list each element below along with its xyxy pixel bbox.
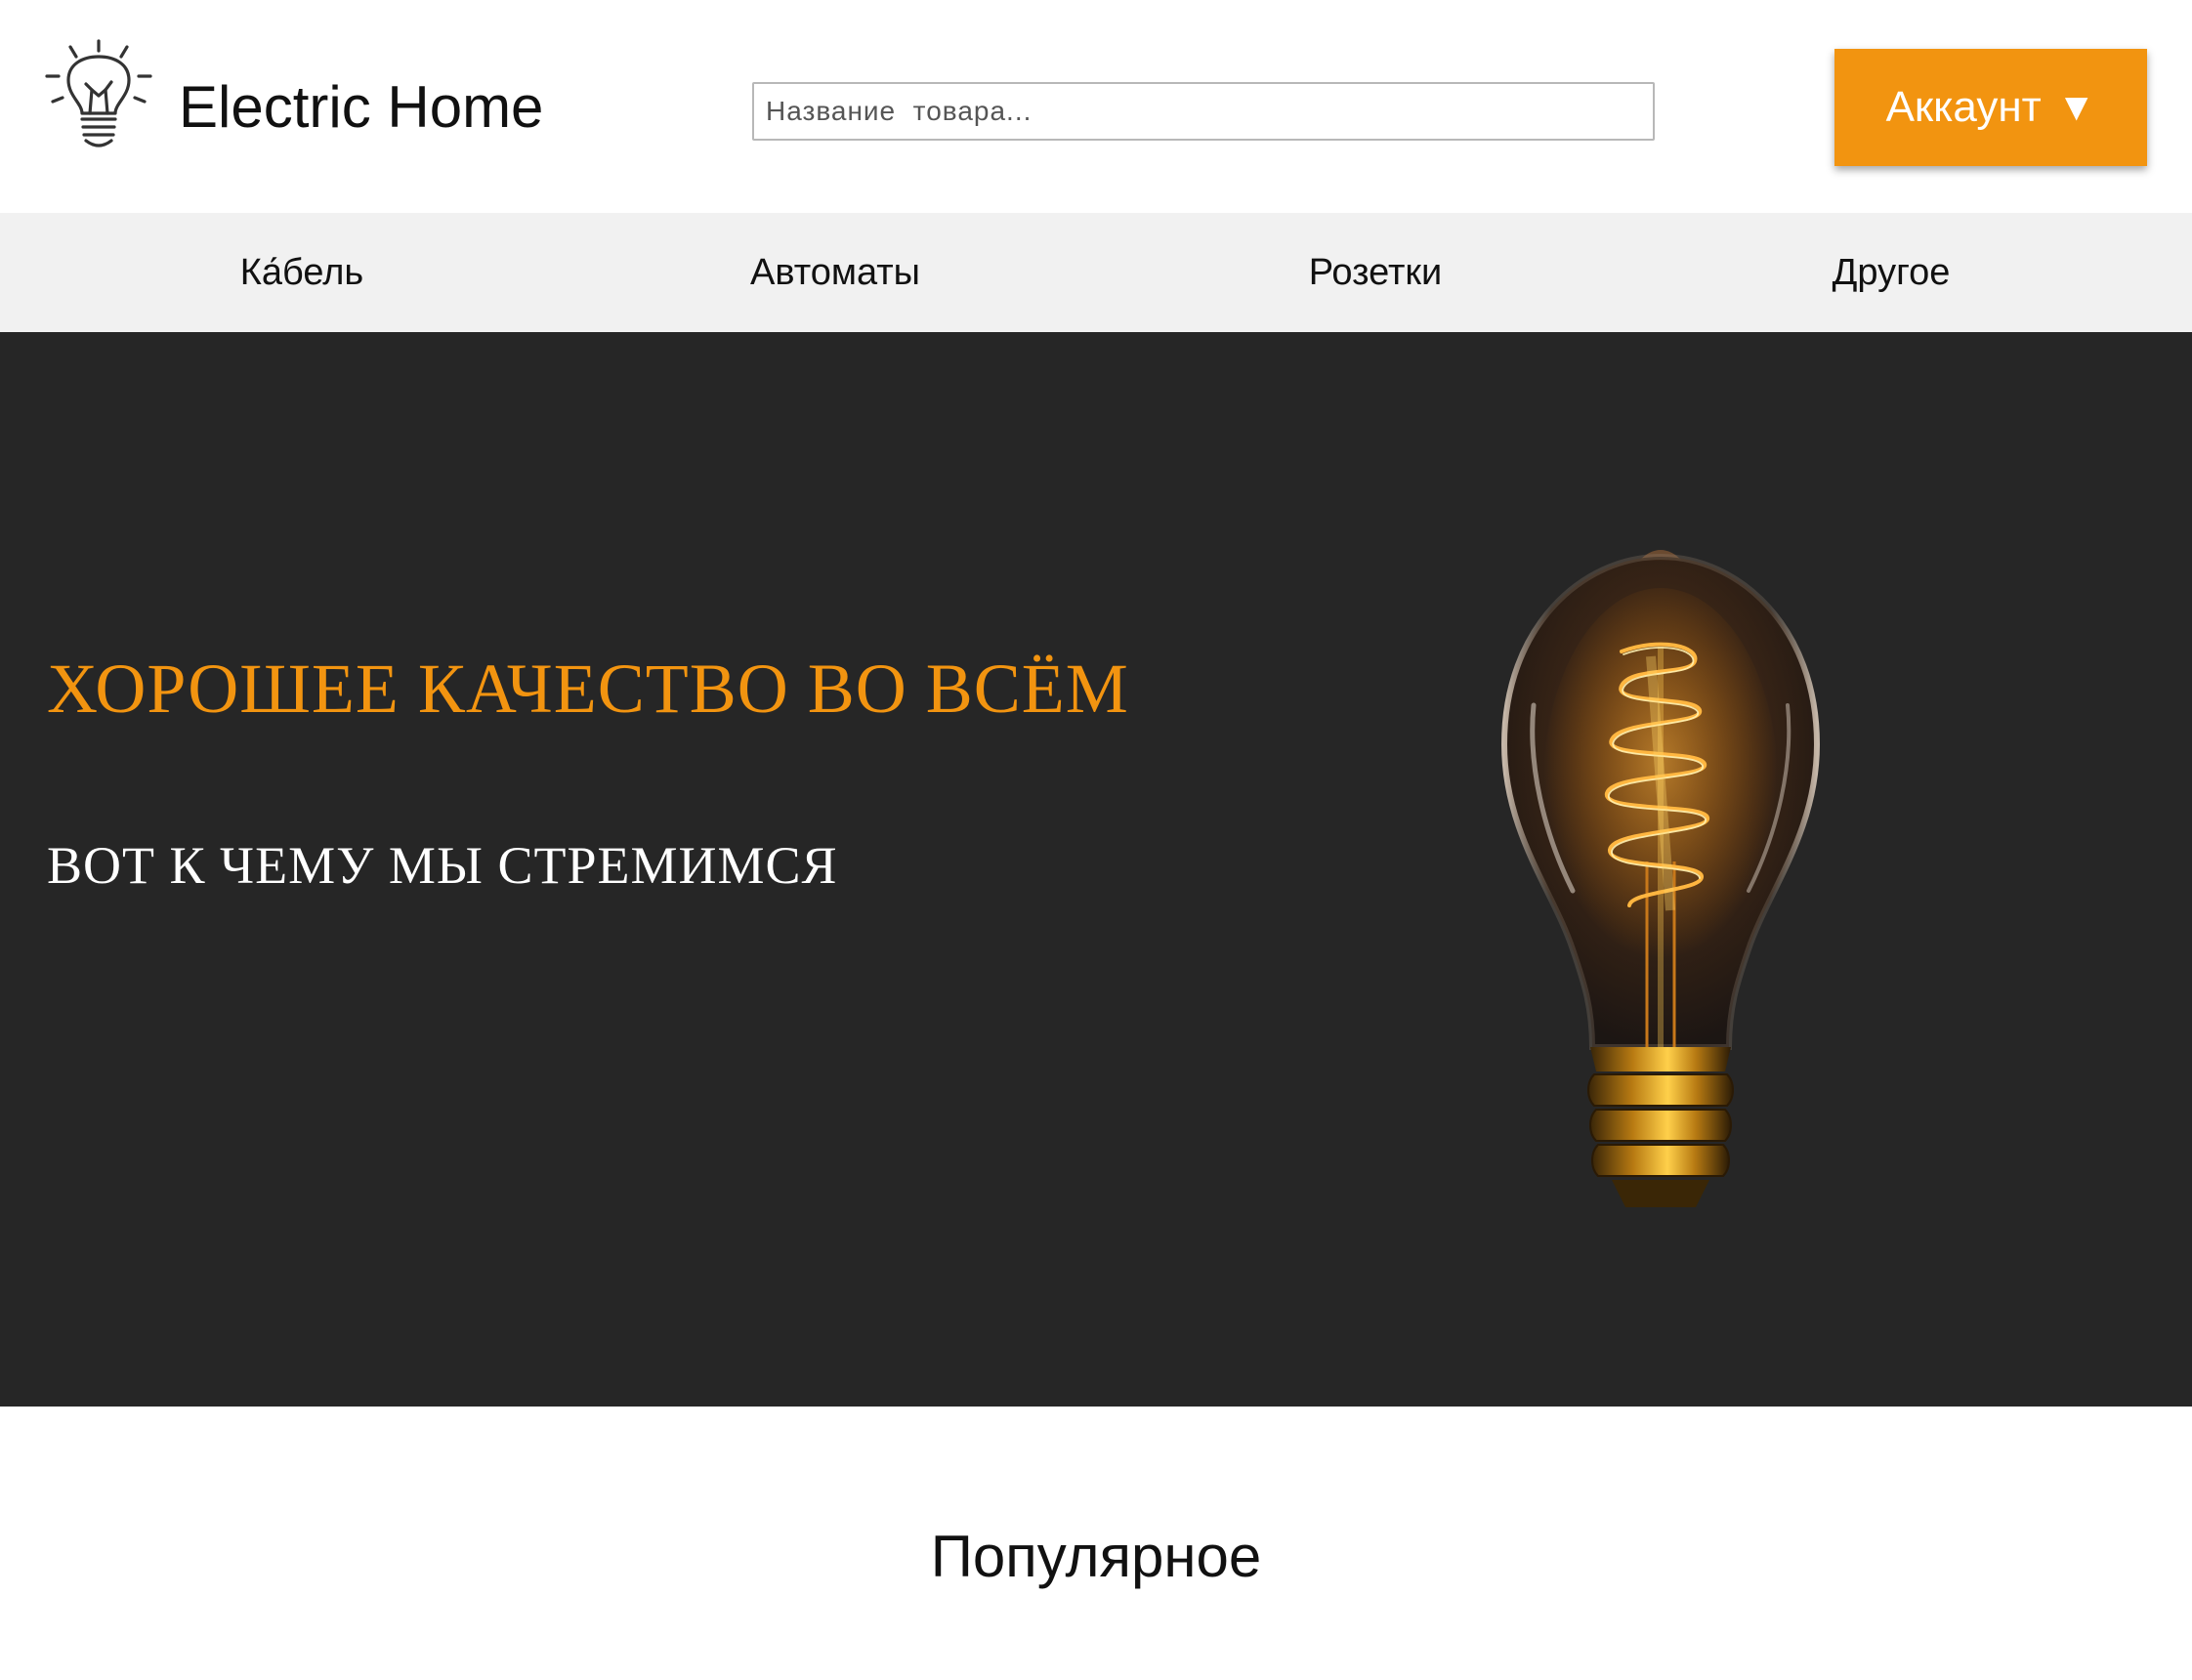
account-label: Аккаунт bbox=[1885, 83, 2042, 131]
hero-banner: ХОРОШЕЕ КАЧЕСТВО ВО ВСЁМ ВОТ К ЧЕМУ МЫ С… bbox=[0, 332, 2192, 1407]
hero-subtitle: ВОТ К ЧЕМУ МЫ СТРЕМИМСЯ bbox=[47, 836, 838, 895]
nav-item-other[interactable]: Другое bbox=[1833, 213, 1951, 332]
account-button[interactable]: Аккаунт ▼ bbox=[1834, 49, 2147, 166]
edison-bulb-image bbox=[1500, 550, 1821, 1207]
chevron-down-icon: ▼ bbox=[2056, 86, 2096, 129]
popular-heading: Популярное bbox=[930, 1524, 1262, 1589]
lightbulb-icon[interactable] bbox=[43, 37, 154, 158]
search-input[interactable] bbox=[752, 82, 1655, 141]
nav-item-sockets[interactable]: Розетки bbox=[1309, 213, 1443, 332]
site-header: Electric Home Аккаунт ▼ bbox=[0, 0, 2192, 213]
category-nav: Ка́бель Автоматы Розетки Другое bbox=[0, 213, 2192, 332]
brand-name[interactable]: Electric Home bbox=[179, 72, 543, 143]
nav-item-breakers[interactable]: Автоматы bbox=[750, 213, 920, 332]
hero-title: ХОРОШЕЕ КАЧЕСТВО ВО ВСЁМ bbox=[47, 650, 1129, 728]
nav-item-cable[interactable]: Ка́бель bbox=[240, 213, 363, 332]
